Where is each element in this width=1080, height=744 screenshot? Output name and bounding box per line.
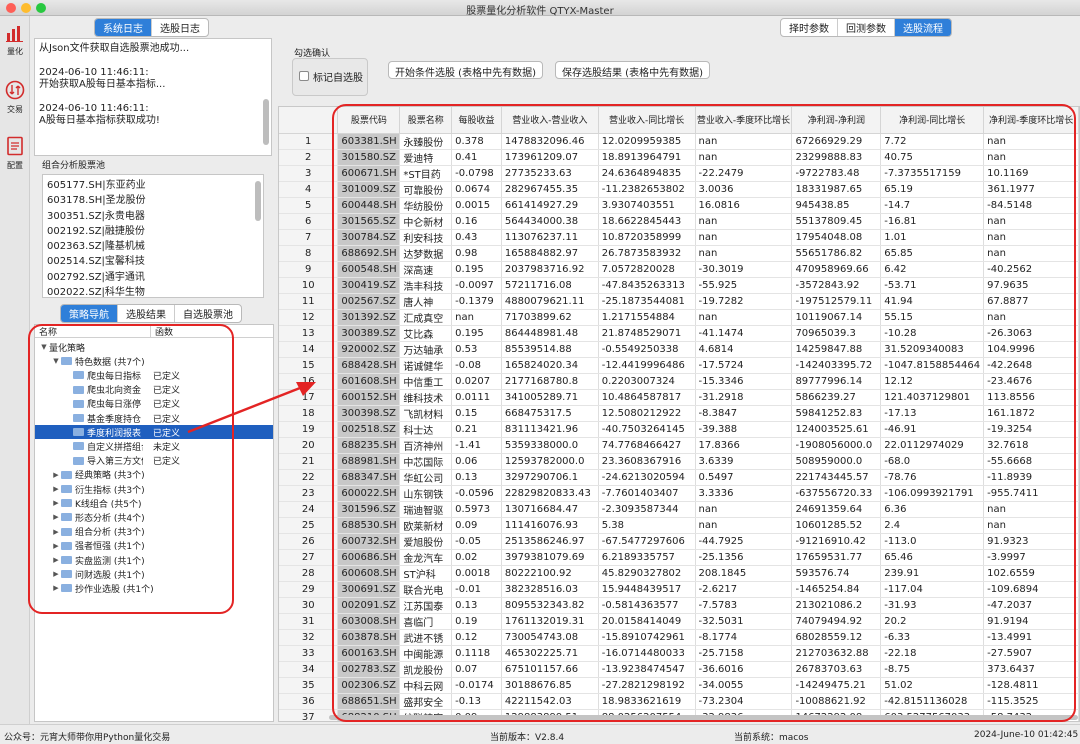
status-time: 2024-June-10 01:42:45	[974, 730, 1079, 740]
status-system: 当前系统：macos	[734, 733, 809, 743]
status-version: 当前版本：V2.8.4	[490, 733, 565, 743]
annotation-arrow	[187, 382, 316, 434]
status-account: 公众号：元宵大师带你用Python量化交易	[4, 733, 171, 743]
status-bar: 公众号：元宵大师带你用Python量化交易 当前版本：V2.8.4 当前系统：m…	[0, 724, 1080, 744]
